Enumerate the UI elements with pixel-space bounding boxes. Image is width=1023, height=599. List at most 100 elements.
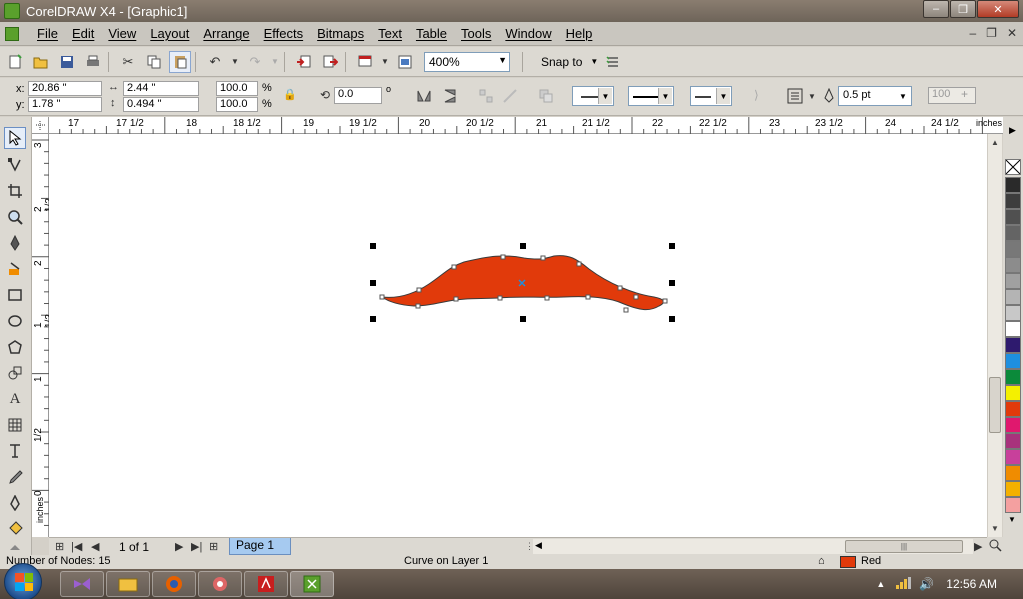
vertical-scroll-thumb[interactable] [989, 377, 1001, 433]
menu-table[interactable]: Table [416, 26, 447, 41]
break-apart-icon[interactable] [478, 88, 494, 107]
add-page-icon[interactable]: ⊞ [55, 540, 64, 553]
curve-node[interactable] [576, 261, 582, 267]
color-swatch[interactable] [1005, 241, 1021, 257]
pick-tool-icon[interactable] [4, 127, 26, 149]
doc-restore-button[interactable]: ❐ [986, 26, 997, 40]
undo-icon[interactable]: ↶ [204, 51, 226, 73]
launcher-dropdown-icon[interactable]: ▼ [380, 51, 390, 73]
rotation-field[interactable]: 0.0 [334, 87, 382, 104]
color-swatch[interactable] [1005, 321, 1021, 337]
color-swatch[interactable] [1005, 417, 1021, 433]
copy-icon[interactable] [143, 51, 165, 73]
redo-icon[interactable]: ↷ [244, 51, 266, 73]
curve-node[interactable] [415, 303, 421, 309]
parallel-dimension-tool-icon[interactable] [4, 440, 26, 462]
curve-node[interactable] [623, 307, 629, 313]
maximize-button[interactable]: ❐ [950, 0, 976, 18]
drawing-canvas[interactable] [49, 134, 987, 537]
color-swatch[interactable] [1005, 497, 1021, 513]
mirror-vertical-icon[interactable] [442, 88, 458, 107]
previous-page-icon[interactable]: ◀ [91, 540, 99, 553]
close-curve-icon[interactable]: ⟩ [754, 88, 759, 102]
coreldraw-app-icon[interactable] [4, 3, 20, 19]
line-icon[interactable] [502, 88, 518, 107]
new-document-icon[interactable] [4, 51, 26, 73]
outline-width-select[interactable]: 0.5 pt ▼ [838, 86, 912, 106]
scroll-down-icon[interactable]: ▼ [991, 524, 999, 533]
zoom-navigator-icon[interactable] [987, 537, 1003, 555]
curve-node[interactable] [540, 255, 546, 261]
color-swatch[interactable] [1005, 225, 1021, 241]
text-tool-icon[interactable]: A [4, 388, 26, 410]
fill-tool-icon[interactable] [4, 518, 26, 540]
y-position-field[interactable]: 1.78 " [28, 97, 102, 112]
ellipse-tool-icon[interactable] [4, 310, 26, 332]
color-swatch[interactable] [1005, 209, 1021, 225]
start-arrowhead-select[interactable]: ▼ [572, 86, 614, 106]
file-explorer-taskbar-icon[interactable] [106, 571, 150, 597]
horizontal-ruler[interactable]: 17 17 1/2 18 18 1/2 19 19 1/2 20 20 1/2 … [32, 117, 1006, 134]
visual-studio-taskbar-icon[interactable] [60, 571, 104, 597]
color-swatch[interactable] [1005, 481, 1021, 497]
curve-node[interactable] [451, 264, 457, 270]
transparency-field[interactable]: 100 [928, 87, 976, 104]
curve-node[interactable] [585, 294, 591, 300]
color-swatch[interactable] [1005, 353, 1021, 369]
horizontal-scrollbar[interactable]: ◀ ||| [533, 539, 973, 554]
menu-effects[interactable]: Effects [264, 26, 304, 41]
menu-arrange[interactable]: Arrange [203, 26, 249, 41]
menu-edit[interactable]: Edit [72, 26, 94, 41]
width-field[interactable]: 2.44 " [123, 81, 199, 96]
zoom-level-select[interactable]: 400% ▼ [424, 51, 510, 72]
curve-node[interactable] [662, 298, 668, 304]
print-icon[interactable] [82, 51, 104, 73]
color-swatch[interactable] [1005, 401, 1021, 417]
first-page-icon[interactable]: |◀ [71, 540, 82, 553]
selection-handle[interactable] [370, 316, 376, 322]
selection-handle[interactable] [520, 316, 526, 322]
table-tool-icon[interactable] [4, 414, 26, 436]
curve-node[interactable] [633, 294, 639, 300]
curve-node[interactable] [617, 285, 623, 291]
undo-dropdown-icon[interactable]: ▼ [230, 51, 240, 73]
redo-dropdown-icon[interactable]: ▼ [270, 51, 280, 73]
x-position-field[interactable]: 20.86 " [28, 81, 102, 96]
interactive-fill-tool-icon[interactable] [4, 541, 26, 555]
selection-handle[interactable] [669, 280, 675, 286]
curve-node[interactable] [453, 296, 459, 302]
scroll-right-icon[interactable]: ▶ [974, 540, 982, 553]
welcome-screen-icon[interactable] [394, 51, 416, 73]
color-swatch[interactable] [1005, 305, 1021, 321]
freehand-tool-icon[interactable] [4, 232, 26, 254]
chevron-down-icon[interactable]: ▼ [808, 92, 816, 101]
line-style-select[interactable]: ▼ [628, 86, 674, 106]
selection-handle[interactable] [520, 243, 526, 249]
coreldraw-taskbar-icon[interactable] [290, 571, 334, 597]
start-button[interactable] [4, 563, 42, 599]
curve-node[interactable] [416, 287, 422, 293]
scale-y-field[interactable]: 100.0 [216, 97, 258, 112]
color-swatch[interactable] [1005, 177, 1021, 193]
ruler-origin[interactable] [32, 117, 49, 134]
palette-scroll-up-icon[interactable]: ▶ [1009, 125, 1016, 136]
menu-layout[interactable]: Layout [150, 26, 189, 41]
eyedropper-tool-icon[interactable] [4, 466, 26, 488]
scroll-left-icon[interactable]: ◀ [535, 540, 542, 551]
height-field[interactable]: 0.494 " [123, 97, 199, 112]
menu-text[interactable]: Text [378, 26, 402, 41]
save-icon[interactable] [56, 51, 78, 73]
color-swatch[interactable] [1005, 273, 1021, 289]
minimize-button[interactable]: – [923, 0, 949, 18]
no-fill-swatch[interactable] [1005, 159, 1021, 175]
color-swatch[interactable] [1005, 433, 1021, 449]
palette-scroll-down-icon[interactable]: ▼ [1008, 515, 1016, 524]
taskbar-clock[interactable]: 12:56 AM [946, 577, 997, 591]
close-button[interactable]: ✕ [977, 0, 1019, 18]
scroll-up-icon[interactable]: ▲ [991, 138, 999, 147]
color-swatch[interactable] [1005, 193, 1021, 209]
end-arrowhead-select[interactable]: ▼ [690, 86, 732, 106]
basic-shapes-tool-icon[interactable] [4, 362, 26, 384]
paste-icon[interactable] [169, 50, 191, 73]
menu-window[interactable]: Window [505, 26, 551, 41]
